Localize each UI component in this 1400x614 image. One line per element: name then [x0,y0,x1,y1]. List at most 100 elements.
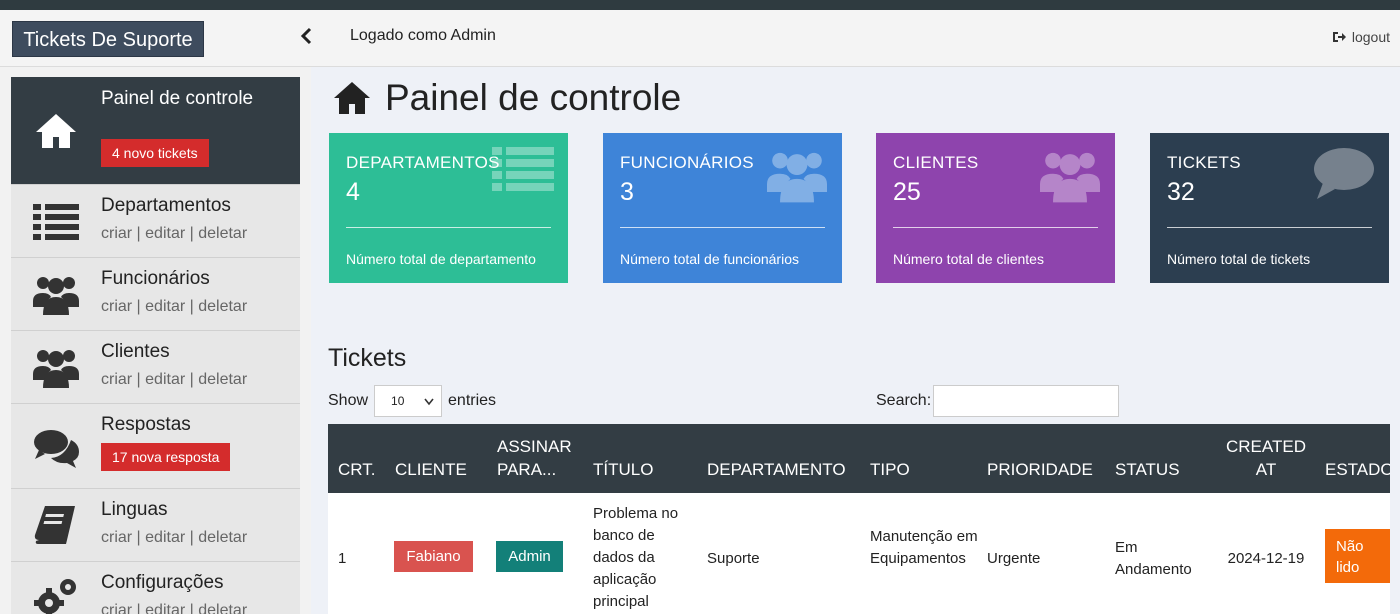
brand-logo[interactable]: Tickets De Suporte [12,21,204,57]
assignee-badge[interactable]: Admin [496,541,563,572]
card-clientes[interactable]: CLIENTES 25 Número total de clientes [876,133,1115,283]
column-header[interactable]: ESTADO [1325,458,1390,481]
sidebar-item-label: Departamentos [101,195,231,216]
sidebar-item-actions[interactable]: criar | editar | deletar [101,371,247,389]
users-icon [767,152,827,203]
cell-priority: Urgente [987,550,1041,567]
new-tickets-badge: 4 novo tickets [101,139,209,167]
sidebar-item-actions[interactable]: criar | editar | deletar [101,298,247,316]
gears-icon [33,575,79,614]
entries-control: Show 10 entries [328,385,496,417]
column-header[interactable]: TÍTULO [593,458,653,481]
sidebar-item-label: Respostas [101,414,191,435]
card-label: TICKETS [1167,153,1241,172]
card-label: FUNCIONÁRIOS [620,153,754,172]
chevron-left-icon [300,27,312,45]
sidebar: Painel de controle 4 novo tickets Depart… [0,67,311,614]
card-tickets[interactable]: TICKETS 32 Número total de tickets [1150,133,1389,283]
card-footer: Número total de departamento [346,251,536,267]
unread-badge[interactable]: Não lido [1325,529,1390,583]
show-label: Show [328,392,369,409]
sidebar-item-linguas[interactable]: Linguas criar | editar | deletar [11,489,300,562]
sidebar-menu: Painel de controle 4 novo tickets Depart… [11,77,300,614]
card-label: DEPARTAMENTOS [346,153,500,172]
card-value: 3 [620,178,634,206]
page-title-text: Painel de controle [385,77,682,118]
chevron-down-icon [423,387,435,428]
collapse-sidebar-button[interactable] [296,24,316,52]
card-label: CLIENTES [893,153,979,172]
tickets-section-title: Tickets [328,344,407,372]
cell-crt: 1 [338,550,347,567]
users-icon [33,271,79,317]
entries-label: entries [448,392,497,409]
sidebar-item-label: Painel de controle [101,88,254,109]
tickets-table: CRT. CLIENTE ASSINAR PARA... TÍTULO DEPA… [328,424,1390,614]
sidebar-item-dashboard[interactable]: Painel de controle 4 novo tickets [11,77,300,185]
comments-icon [33,424,79,470]
home-icon [334,82,370,114]
comment-icon [1314,148,1374,199]
sidebar-item-respostas[interactable]: Respostas 17 nova resposta [11,404,300,489]
cell-type: Manutenção em Equipamentos [870,528,978,567]
column-header[interactable]: DEPARTAMENTO [707,458,846,481]
search-input[interactable] [933,385,1120,417]
main-content: Painel de controle DEPARTAMENTOS 4 Númer… [311,67,1400,614]
column-header[interactable]: CRT. [338,458,375,481]
card-value: 25 [893,178,921,206]
cell-title: Problema no banco de dados da aplicação … [593,505,679,610]
sign-out-icon [1332,32,1346,42]
client-badge[interactable]: Fabiano [394,541,473,572]
column-header[interactable]: TIPO [870,458,910,481]
cell-department: Suporte [707,550,760,567]
card-footer: Número total de clientes [893,251,1044,267]
column-header[interactable]: PRIORIDADE [987,458,1093,481]
cell-status: Em Andamento [1115,539,1192,578]
top-bar: Tickets De Suporte Logado como Admin log… [0,10,1400,67]
card-divider [346,227,551,228]
sidebar-item-label: Linguas [101,499,168,520]
card-footer: Número total de tickets [1167,251,1311,267]
book-icon [33,502,79,548]
cell-created-at: 2024-12-19 [1227,550,1305,567]
users-icon [1040,152,1100,203]
card-departamentos[interactable]: DEPARTAMENTOS 4 Número total de departam… [329,133,568,283]
logged-user-text: Logado como Admin [350,27,496,44]
column-header[interactable]: CLIENTE [395,458,467,481]
sidebar-item-configuracoes[interactable]: Configurações criar | editar | deletar [11,562,300,614]
list-icon [33,198,79,244]
table-header: CRT. CLIENTE ASSINAR PARA... TÍTULO DEPA… [328,424,1390,493]
home-icon [33,108,79,154]
column-header[interactable]: STATUS [1115,458,1180,481]
entries-value: 10 [391,394,405,408]
card-footer: Número total de funcionários [620,251,799,267]
sidebar-item-funcionarios[interactable]: Funcionários criar | editar | deletar [11,258,300,331]
logout-label: logout [1351,29,1390,45]
sidebar-item-actions[interactable]: criar | editar | deletar [101,529,247,547]
card-divider [893,227,1098,228]
card-value: 32 [1167,178,1195,206]
search-control: Search: [876,385,1120,417]
card-funcionarios[interactable]: FUNCIONÁRIOS 3 Número total de funcionár… [603,133,842,283]
page-title: Painel de controle [333,77,681,119]
logout-link[interactable]: logout [1332,29,1390,45]
card-divider [620,227,825,228]
sidebar-item-label: Configurações [101,572,224,593]
search-label: Search: [876,392,932,409]
new-responses-badge: 17 nova resposta [101,443,231,471]
list-icon [492,147,554,191]
users-icon [33,344,79,390]
column-header[interactable]: CREATED AT [1218,435,1314,481]
sidebar-item-departamentos[interactable]: Departamentos criar | editar | deletar [11,185,300,258]
sidebar-item-actions[interactable]: criar | editar | deletar [101,225,247,243]
card-divider [1167,227,1372,228]
sidebar-item-label: Clientes [101,341,170,362]
sidebar-item-actions[interactable]: criar | editar | deletar [101,602,247,614]
top-strip [0,0,1400,10]
table-row[interactable]: 1 Fabiano Admin Problema no banco de dad… [328,493,1390,614]
entries-select[interactable]: 10 [374,385,443,417]
column-header[interactable]: ASSINAR PARA... [497,435,587,481]
sidebar-item-clientes[interactable]: Clientes criar | editar | deletar [11,331,300,404]
card-value: 4 [346,178,360,206]
sidebar-item-label: Funcionários [101,268,210,289]
